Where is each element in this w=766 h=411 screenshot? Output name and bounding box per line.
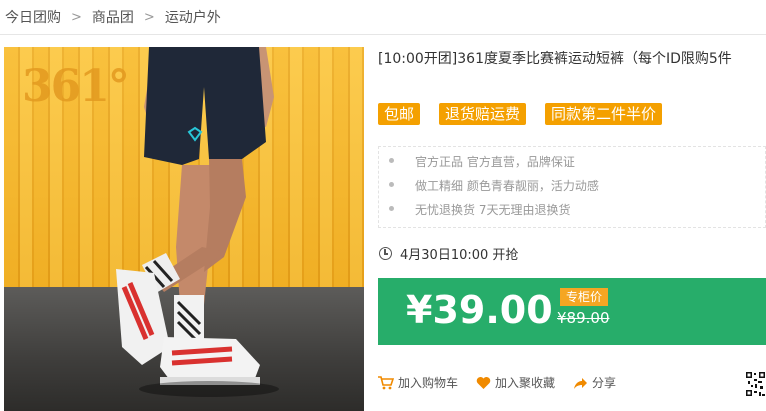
heart-icon <box>476 376 491 389</box>
badge-return-shipping: 退货赔运费 <box>439 103 527 125</box>
divider <box>0 34 766 35</box>
service-badges: 包邮 退货赔运费 同款第二件半价 <box>378 103 663 125</box>
bullet-icon <box>389 182 394 187</box>
product-title: [10:00开团]361度夏季比赛裤运动短裤（每个ID限购5件 <box>378 51 732 67</box>
feature-item: 做工精细 颜色青春靓丽，活力动感 <box>389 177 599 194</box>
chevron-right-icon: > <box>143 9 155 25</box>
start-time-text: 4月30日10:00 开抢 <box>400 248 519 263</box>
chevron-right-icon: > <box>71 9 82 25</box>
breadcrumb-item-sports[interactable]: 运动户外 <box>165 7 221 27</box>
start-time: 4月30日10:00 开抢 <box>379 244 518 263</box>
mall-price-tag: 专柜价 <box>560 288 609 306</box>
current-price: ¥39.00 <box>406 288 553 332</box>
breadcrumb: 今日团购 > 商品团 > 运动户外 <box>5 6 221 28</box>
qr-code-icon[interactable] <box>745 370 766 398</box>
cart-icon <box>378 375 394 389</box>
add-to-cart-button[interactable]: 加入购物车 <box>378 374 458 391</box>
bullet-icon <box>389 206 394 211</box>
breadcrumb-item-product-group[interactable]: 商品团 <box>92 7 134 27</box>
action-bar: 加入购物车 加入聚收藏 分享 <box>378 374 634 391</box>
model-figure <box>116 47 279 397</box>
feature-item: 官方正品 官方直营，品牌保证 <box>389 153 575 170</box>
badge-free-shipping: 包邮 <box>378 103 421 125</box>
product-image[interactable]: 361° <box>4 47 364 411</box>
price-panel: ¥39.00 专柜价 ¥89.00 <box>378 278 766 345</box>
badge-second-half-price: 同款第二件半价 <box>545 103 663 125</box>
feature-item: 无忧退换货 7天无理由退换货 <box>389 201 570 218</box>
original-price: ¥89.00 <box>557 309 610 327</box>
feature-list: 官方正品 官方直营，品牌保证 做工精细 颜色青春靓丽，活力动感 无忧退换货 7天… <box>378 146 766 228</box>
add-to-favorites-button[interactable]: 加入聚收藏 <box>476 374 555 391</box>
share-button[interactable]: 分享 <box>573 374 616 391</box>
breadcrumb-item-today-group[interactable]: 今日团购 <box>5 7 61 27</box>
clock-icon <box>379 247 392 260</box>
share-icon <box>574 377 588 389</box>
bullet-icon <box>389 158 394 163</box>
